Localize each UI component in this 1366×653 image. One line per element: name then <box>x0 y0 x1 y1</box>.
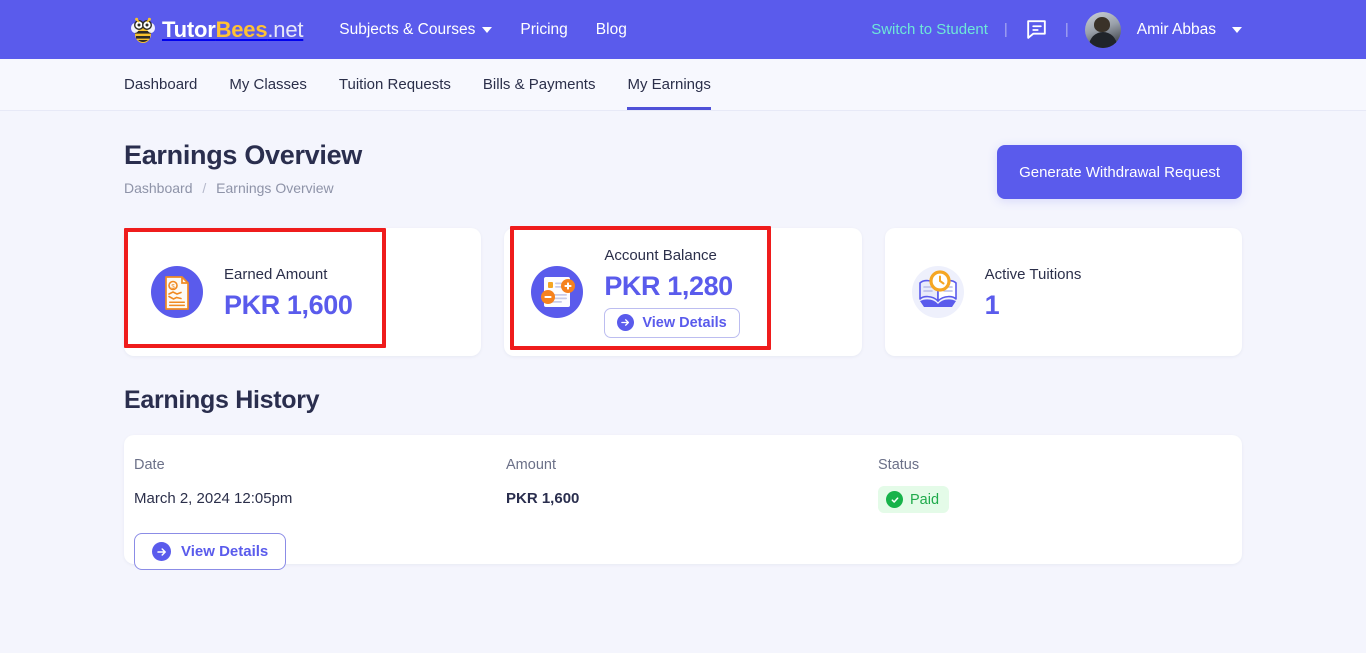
column-header-status: Status <box>878 457 1158 473</box>
brand-part-2: Bees <box>216 17 268 42</box>
brand-part-1: Tutor <box>162 17 216 42</box>
user-avatar[interactable] <box>1085 12 1121 48</box>
view-details-button-history-row[interactable]: View Details <box>134 533 286 570</box>
column-header-date-group: Date March 2, 2024 12:05pm <box>134 457 506 513</box>
arrow-right-icon <box>152 542 171 561</box>
cell-date: March 2, 2024 12:05pm <box>134 490 506 507</box>
breadcrumb-separator: / <box>202 180 206 196</box>
tab-dashboard[interactable]: Dashboard <box>124 59 197 110</box>
stat-label: Account Balance <box>604 248 739 265</box>
stat-cards-row: $ Earned Amount PKR 1,600 <box>124 228 1242 356</box>
breadcrumb-current: Earnings Overview <box>216 180 334 196</box>
user-name-label: Amir Abbas <box>1137 21 1216 39</box>
column-header-amount: Amount <box>506 457 878 473</box>
generate-withdrawal-request-button[interactable]: Generate Withdrawal Request <box>997 145 1242 199</box>
view-details-button-account-balance[interactable]: View Details <box>604 308 739 338</box>
header-divider-1: | <box>1004 21 1008 38</box>
stat-card-body: Active Tuitions 1 <box>985 265 1082 319</box>
nav-item-blog[interactable]: Blog <box>596 22 627 38</box>
nav-label: Subjects & Courses <box>339 22 475 38</box>
column-header-status-group: Status Paid <box>878 457 1158 513</box>
arrow-right-icon <box>617 314 634 331</box>
bee-logo-icon <box>128 15 158 45</box>
column-header-date: Date <box>134 457 506 473</box>
brand-part-3: .net <box>267 17 303 42</box>
button-label: View Details <box>642 315 726 331</box>
page-title: Earnings Overview <box>124 140 362 171</box>
section-tabs-bar: Dashboard My Classes Tuition Requests Bi… <box>0 59 1366 111</box>
column-header-amount-group: Amount PKR 1,600 <box>506 457 878 513</box>
page-title-group: Earnings Overview Dashboard / Earnings O… <box>124 140 362 196</box>
nav-item-subjects-courses[interactable]: Subjects & Courses <box>339 22 492 38</box>
earnings-history-table: Date March 2, 2024 12:05pm Amount PKR 1,… <box>124 435 1242 564</box>
breadcrumb-dashboard[interactable]: Dashboard <box>124 180 193 196</box>
header-divider-2: | <box>1065 21 1069 38</box>
stat-value: PKR 1,280 <box>604 272 739 300</box>
stat-card-earned-amount[interactable]: $ Earned Amount PKR 1,600 <box>124 228 481 356</box>
main-navigation: Subjects & Courses Pricing Blog <box>339 22 627 38</box>
header-right-group: Switch to Student | | Amir Abbas <box>871 12 1242 48</box>
stat-value: 1 <box>985 291 1082 319</box>
cell-amount: PKR 1,600 <box>506 490 878 507</box>
page-header: Earnings Overview Dashboard / Earnings O… <box>124 111 1242 199</box>
stat-card-body: Earned Amount PKR 1,600 <box>224 265 352 319</box>
tab-my-earnings[interactable]: My Earnings <box>627 59 710 110</box>
user-menu-chevron-down-icon[interactable] <box>1232 27 1242 33</box>
tab-my-classes[interactable]: My Classes <box>229 59 307 110</box>
table-header-row: Date March 2, 2024 12:05pm Amount PKR 1,… <box>124 457 1242 513</box>
breadcrumb: Dashboard / Earnings Overview <box>124 180 362 196</box>
nav-label: Blog <box>596 22 627 38</box>
status-badge: Paid <box>878 486 949 513</box>
stat-card-account-balance[interactable]: Account Balance PKR 1,280 View Details <box>504 228 861 356</box>
tab-bills-payments[interactable]: Bills & Payments <box>483 59 596 110</box>
top-header-bar: TutorBees.net Subjects & Courses Pricing… <box>0 0 1366 59</box>
page-content: Earnings Overview Dashboard / Earnings O… <box>0 111 1366 564</box>
nav-label: Pricing <box>520 22 567 38</box>
nav-item-pricing[interactable]: Pricing <box>520 22 567 38</box>
brand-logo[interactable]: TutorBees.net <box>128 15 303 45</box>
switch-to-student-link[interactable]: Switch to Student <box>871 21 988 38</box>
status-label: Paid <box>910 492 939 508</box>
stat-label: Earned Amount <box>224 267 352 284</box>
earnings-history-title: Earnings History <box>124 386 1242 415</box>
active-tuitions-icon <box>909 263 967 321</box>
stat-card-body: Account Balance PKR 1,280 View Details <box>604 246 739 338</box>
brand-title: TutorBees.net <box>162 19 303 41</box>
stat-card-active-tuitions[interactable]: Active Tuitions 1 <box>885 228 1242 356</box>
button-label: View Details <box>181 543 268 560</box>
account-balance-icon <box>528 263 586 321</box>
stat-value: PKR 1,600 <box>224 291 352 319</box>
check-circle-icon <box>886 491 903 508</box>
earned-amount-icon: $ <box>148 263 206 321</box>
tab-tuition-requests[interactable]: Tuition Requests <box>339 59 451 110</box>
chat-messages-icon[interactable] <box>1024 17 1049 42</box>
stat-label: Active Tuitions <box>985 267 1082 284</box>
chevron-down-icon <box>482 27 492 33</box>
